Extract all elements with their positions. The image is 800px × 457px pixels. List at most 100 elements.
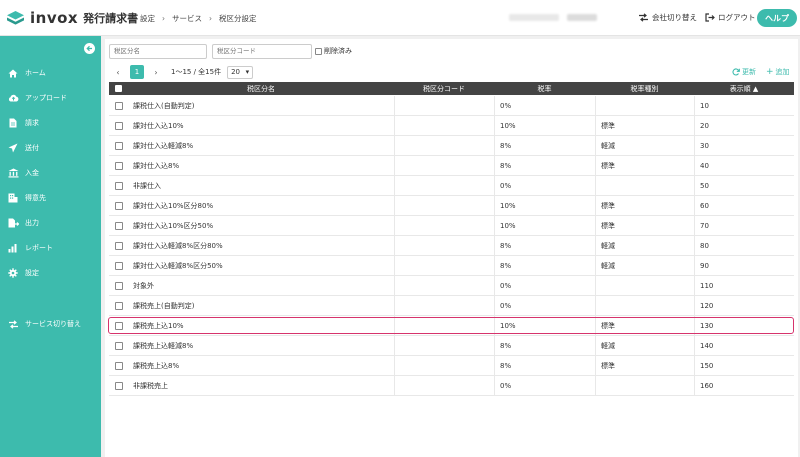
page-size-select[interactable]: 20 ▾ — [227, 65, 254, 79]
export-icon — [8, 218, 19, 228]
cell-tax-code — [399, 276, 493, 296]
prev-page-button[interactable]: ‹ — [111, 65, 125, 79]
table-row[interactable]: 課対仕入込10% 10% 標準 20 — [109, 116, 794, 136]
cell-divider — [494, 176, 495, 196]
sidebar-item-reports[interactable]: レポート — [0, 238, 101, 258]
table-row[interactable]: 対象外 0% 110 — [109, 276, 794, 296]
cell-divider — [595, 176, 596, 196]
cell-divider — [494, 216, 495, 236]
cell-tax-kind: 標準 — [601, 222, 615, 230]
gear-icon — [8, 268, 18, 278]
row-checkbox[interactable] — [115, 302, 123, 310]
help-button[interactable]: ヘルプ — [757, 9, 797, 27]
table-row[interactable]: 課対仕入込軽減8% 8% 軽減 30 — [109, 136, 794, 156]
checkbox[interactable] — [315, 47, 322, 55]
sidebar-service-switch[interactable]: サービス切り替え — [0, 314, 101, 334]
cell-tax-kind: 標準 — [601, 162, 615, 170]
company-switch-button[interactable]: 会社切り替え — [638, 12, 697, 23]
next-page-button[interactable]: › — [149, 65, 163, 79]
chart-icon — [8, 244, 17, 253]
cell-divider — [494, 96, 495, 116]
cell-tax-name: 対象外 — [133, 282, 154, 290]
table-row[interactable]: 課対仕入込軽減8%区分50% 8% 軽減 90 — [109, 256, 794, 276]
column-header-display-order[interactable]: 表示順 ▲ — [694, 82, 794, 95]
column-header-tax-rate[interactable]: 税率 — [494, 82, 595, 95]
table-row[interactable]: 課対仕入込軽減8%区分80% 8% 軽減 80 — [109, 236, 794, 256]
table-row[interactable]: 課税売上込8% 8% 標準 150 — [109, 356, 794, 376]
row-checkbox[interactable] — [115, 382, 123, 390]
document-icon — [9, 118, 17, 128]
chevron-right-icon: › — [162, 14, 165, 23]
row-checkbox[interactable] — [115, 242, 123, 250]
sidebar-item-payment[interactable]: 入金 — [0, 163, 101, 183]
cell-divider — [595, 116, 596, 136]
sidebar-item-send[interactable]: 送付 — [0, 138, 101, 158]
cell-divider — [394, 296, 395, 316]
page-number-current[interactable]: 1 — [130, 65, 144, 79]
row-checkbox[interactable] — [115, 162, 123, 170]
column-header-tax-name[interactable]: 税区分名 — [128, 82, 394, 95]
cell-display-order: 80 — [700, 242, 709, 250]
logo-text: invox — [30, 9, 79, 27]
row-checkbox[interactable] — [115, 362, 123, 370]
select-all-checkbox[interactable] — [115, 85, 122, 92]
cell-divider — [694, 336, 695, 356]
cell-display-order: 40 — [700, 162, 709, 170]
row-checkbox[interactable] — [115, 102, 123, 110]
cell-tax-name: 課対仕入込8% — [133, 162, 180, 170]
column-header-tax-code[interactable]: 税区分コード — [394, 82, 494, 95]
breadcrumb-item[interactable]: サービス — [172, 13, 202, 24]
add-button[interactable]: + 追加 — [766, 67, 790, 77]
cell-tax-name: 課対仕入込軽減8%区分80% — [133, 242, 223, 250]
logout-button[interactable]: ログアウト — [705, 12, 756, 23]
sidebar-item-customers[interactable]: 得意先 — [0, 188, 101, 208]
cell-tax-rate: 0% — [500, 102, 512, 110]
row-checkbox[interactable] — [115, 262, 123, 270]
table-row[interactable]: 課税売上(自動判定) 0% 120 — [109, 296, 794, 316]
table-row[interactable]: 課対仕入込10%区分50% 10% 標準 70 — [109, 216, 794, 236]
row-checkbox[interactable] — [115, 342, 123, 350]
row-checkbox[interactable] — [115, 222, 123, 230]
row-checkbox[interactable] — [115, 122, 123, 130]
table-row[interactable]: 非課仕入 0% 50 — [109, 176, 794, 196]
table-row[interactable]: 課税売上込軽減8% 8% 軽減 140 — [109, 336, 794, 356]
cell-tax-kind — [601, 376, 693, 396]
cell-tax-code — [399, 196, 493, 216]
sidebar-collapse-button[interactable] — [84, 43, 95, 54]
bank-icon — [8, 168, 18, 178]
tax-code-filter-input[interactable] — [212, 44, 312, 59]
row-checkbox[interactable] — [115, 322, 123, 330]
row-checkbox[interactable] — [115, 142, 123, 150]
tax-name-filter-input[interactable] — [109, 44, 207, 59]
refresh-button[interactable]: 更新 — [732, 67, 756, 77]
sidebar-item-label: 送付 — [25, 144, 39, 152]
logo[interactable]: invox 発行請求書 — [6, 9, 138, 27]
column-header-tax-kind[interactable]: 税率種別 — [595, 82, 694, 95]
row-checkbox[interactable] — [115, 282, 123, 290]
sidebar-item-export[interactable]: 出力 — [0, 213, 101, 233]
sidebar-item-billing[interactable]: 請求 — [0, 113, 101, 133]
sidebar-item-upload[interactable]: アップロード — [0, 88, 101, 108]
cell-display-order: 70 — [700, 222, 709, 230]
table-row[interactable]: 課対仕入込8% 8% 標準 40 — [109, 156, 794, 176]
table-row[interactable]: 非課税売上 0% 160 — [109, 376, 794, 396]
building-icon — [8, 193, 18, 203]
cell-tax-name: 課対仕入込10%区分50% — [133, 222, 214, 230]
table-row[interactable]: 課税売上込10% 10% 標準 130 — [108, 316, 794, 336]
cell-divider — [394, 216, 395, 236]
deleted-filter-checkbox[interactable]: 削除済み — [315, 46, 352, 56]
cell-divider — [394, 176, 395, 196]
cell-divider — [694, 96, 695, 116]
table-row[interactable]: 課対仕入込10%区分80% 10% 標準 60 — [109, 196, 794, 216]
user-name-redacted — [567, 14, 597, 21]
cell-display-order: 50 — [700, 182, 709, 190]
row-checkbox[interactable] — [115, 202, 123, 210]
breadcrumb-item[interactable]: 設定 — [140, 13, 155, 24]
table-row[interactable]: 課税仕入(自動判定) 0% 10 — [109, 96, 794, 116]
row-checkbox[interactable] — [115, 182, 123, 190]
cell-display-order: 90 — [700, 262, 709, 270]
tax-category-panel: 削除済み ‹ 1 › 1〜15 / 全15件 20 ▾ 更新 + 追加 — [105, 39, 798, 457]
caret-down-icon: ▾ — [245, 68, 250, 76]
sidebar-item-settings[interactable]: 設定 — [0, 263, 101, 283]
sidebar-item-home[interactable]: ホーム — [0, 63, 101, 83]
